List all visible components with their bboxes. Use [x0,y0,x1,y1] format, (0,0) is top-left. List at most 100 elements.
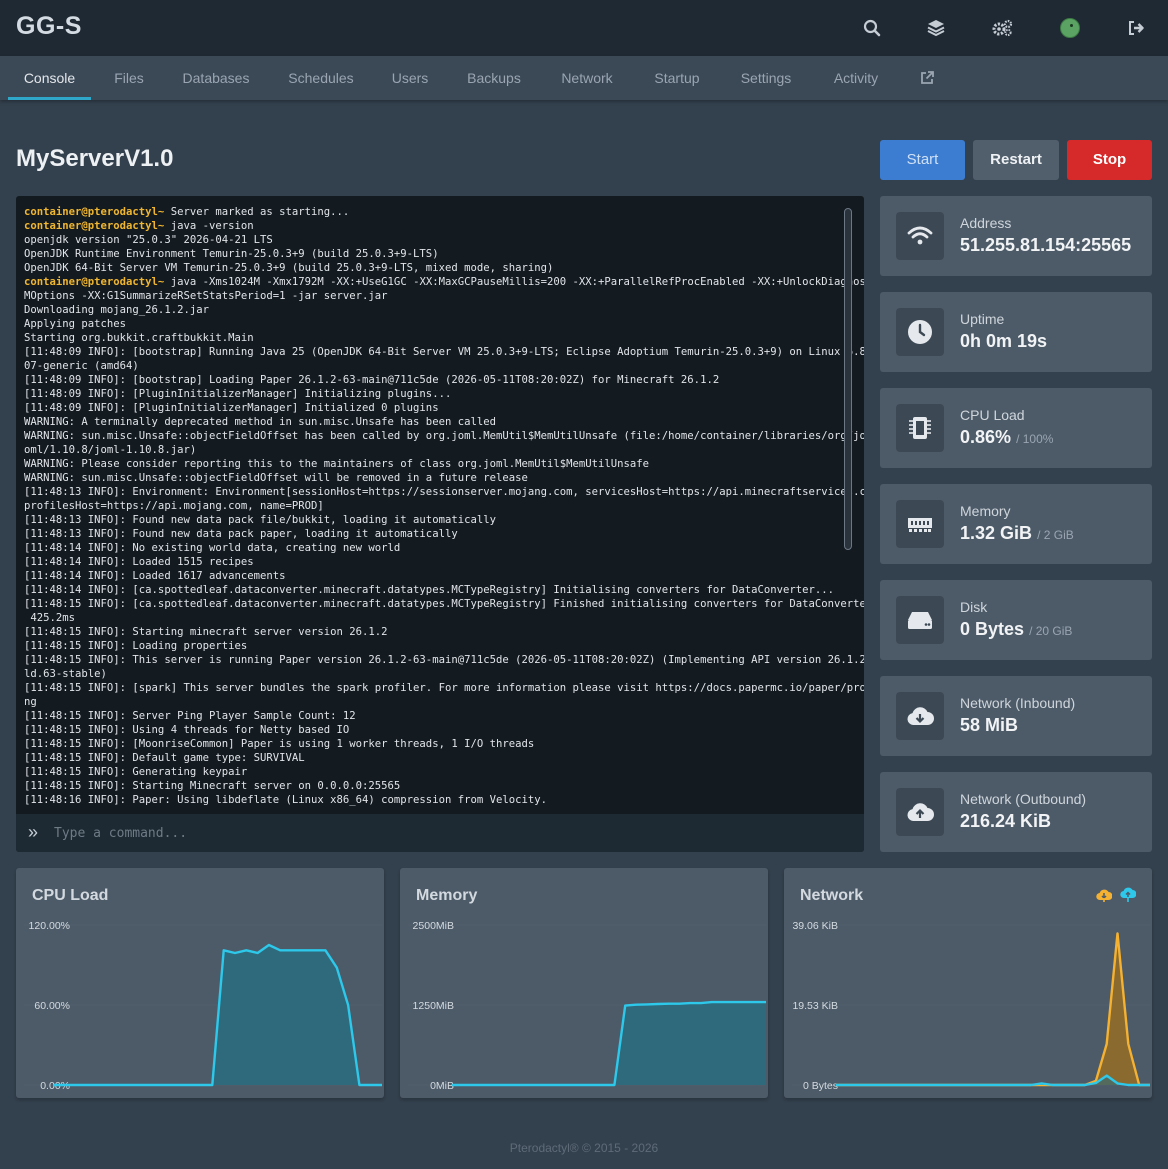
console-line-text: [11:48:14 INFO]: [ca.spottedleaf.datacon… [24,584,835,596]
stat-address[interactable]: Address 51.255.81.154:25565 [880,196,1152,276]
console-line-text: oml/1.10.8/joml-1.10.8.jar) [24,444,197,456]
console-line-text: Server marked as starting... [164,206,350,218]
tab-databases[interactable]: Databases [171,56,261,100]
upload-icon[interactable] [1120,887,1137,903]
console-line: 07-generic (amd64) [24,359,844,373]
console-panel: container@pterodactyl~ Server marked as … [16,196,864,852]
console-line: openjdk version "25.0.3" 2026-04-21 LTS [24,233,844,247]
console-line: [11:48:15 INFO]: This server is running … [24,653,864,667]
console-line: [11:48:15 INFO]: [MoonriseCommon] Paper … [24,737,844,751]
console-line-text: [11:48:15 INFO]: Starting Minecraft serv… [24,780,401,792]
console-line: WARNING: A terminally deprecated method … [24,415,844,429]
console-line: [11:48:15 INFO]: Default game type: SURV… [24,751,844,765]
logout-icon[interactable] [1124,16,1148,40]
console-line-text: java -Xms1024M -Xmx1792M -XX:+UseG1GC -X… [164,276,864,288]
memory-icon [896,500,944,548]
avatar[interactable] [1058,16,1082,40]
restart-button[interactable]: Restart [973,140,1059,180]
top-bar: GG-S [0,0,1168,56]
tab-activity[interactable]: Activity [820,56,892,100]
stat-uptime: Uptime 0h 0m 19s [880,292,1152,372]
hdd-icon [896,596,944,644]
console-line-text: [11:48:09 INFO]: [bootstrap] Running Jav… [24,346,864,358]
console-scrollbar[interactable] [844,208,852,550]
chart-memory: 2500MiB 1250MiB 0MiB Memory [400,868,768,1098]
y-tick-label: 60.00% [34,1000,70,1012]
console-line-text: WARNING: sun.misc.Unsafe::objectFieldOff… [24,430,864,442]
console-line: OpenJDK Runtime Environment Temurin-25.0… [24,247,844,261]
console-line-text: [11:48:09 INFO]: [PluginInitializerManag… [24,402,439,414]
tab-users[interactable]: Users [380,56,440,100]
brand-title[interactable]: GG-S [16,12,82,41]
tab-schedules[interactable]: Schedules [276,56,366,100]
console-line-text: [11:48:15 INFO]: [spark] This server bun… [24,682,864,694]
chart-title: Memory [416,887,478,904]
layers-icon[interactable] [924,16,948,40]
command-input[interactable] [54,820,844,846]
active-tab-indicator [8,97,91,100]
download-icon[interactable] [1096,887,1113,903]
console-line-text: [11:48:15 INFO]: Generating keypair [24,766,248,778]
console-line-text: 425.2ms [24,612,76,624]
console-line: WARNING: Please consider reporting this … [24,457,844,471]
settings-icon[interactable] [990,16,1014,40]
chart-network: 39.06 KiB 19.53 KiB 0 Bytes Network [784,868,1152,1098]
tab-backups[interactable]: Backups [455,56,533,100]
console-line-text: [11:48:15 INFO]: Starting minecraft serv… [24,626,388,638]
console-line-text: [11:48:13 INFO]: Found new data pack fil… [24,514,496,526]
console-line-text: [11:48:09 INFO]: [bootstrap] Loading Pap… [24,374,720,386]
console-line-text: [11:48:14 INFO]: Loaded 1515 recipes [24,556,254,568]
external-link-icon[interactable] [910,56,944,100]
console-line-text: OpenJDK Runtime Environment Temurin-25.0… [24,248,439,260]
stop-button[interactable]: Stop [1067,140,1152,180]
console-line-text: [11:48:13 INFO]: Environment: Environmen… [24,486,864,498]
memory-limit: / 2 GiB [1037,528,1074,542]
stat-disk: Disk 0 Bytes / 20 GiB [880,580,1152,660]
command-bar: » [16,814,864,852]
search-icon[interactable] [860,16,884,40]
console-line-text: [11:48:09 INFO]: [PluginInitializerManag… [24,388,452,400]
console-line: container@pterodactyl~ java -version [24,219,844,233]
console-line-text: WARNING: Please consider reporting this … [24,458,650,470]
footer-copyright: Pterodactyl® © 2015 - 2026 [509,1141,659,1155]
console-line: 425.2ms [24,611,844,625]
stat-value: 58 MiB [960,715,1019,735]
tab-console[interactable]: Console [8,56,91,100]
console-line: profilesHost=https://api.mojang.com, nam… [24,499,844,513]
stat-label: Uptime [960,311,1005,327]
console-prompt: container@pterodactyl~ [24,276,165,288]
console-line: [11:48:15 INFO]: Generating keypair [24,765,844,779]
stat-label: Memory [960,503,1011,519]
console-line: Starting org.bukkit.craftbukkit.Main [24,331,844,345]
console-line-text: MOptions -XX:G1SummarizeRSetStatsPeriod=… [24,290,388,302]
console-line: Downloading mojang_26.1.2.jar [24,303,844,317]
console-line-text: WARNING: A terminally deprecated method … [24,416,496,428]
tab-files[interactable]: Files [99,56,159,100]
console-line-text: [11:48:15 INFO]: Loading properties [24,640,248,652]
console-line: [11:48:15 INFO]: Using 4 threads for Net… [24,723,844,737]
series-area [452,1002,766,1085]
console-line-text: [11:48:15 INFO]: [ca.spottedleaf.datacon… [24,598,864,610]
stat-cpu: CPU Load 0.86% / 100% [880,388,1152,468]
console-line: [11:48:13 INFO]: Environment: Environmen… [24,485,864,499]
tab-settings[interactable]: Settings [727,56,805,100]
stat-memory: Memory 1.32 GiB / 2 GiB [880,484,1152,564]
console-line-text: 07-generic (amd64) [24,360,139,372]
cpu-value: 0.86% [960,427,1012,447]
start-button[interactable]: Start [880,140,965,180]
console-line: oml/1.10.8/joml-1.10.8.jar) [24,443,844,457]
console-line: [11:48:15 INFO]: [ca.spottedleaf.datacon… [24,597,864,611]
avatar-image [1060,18,1080,38]
console-line: container@pterodactyl~ Server marked as … [24,205,844,219]
console-line: WARNING: sun.misc.Unsafe::objectFieldOff… [24,471,844,485]
console-line-text: OpenJDK 64-Bit Server VM Temurin-25.0.3+… [24,262,554,274]
y-tick-label: 2500MiB [413,920,454,932]
address-value[interactable]: 51.255.81.154:25565 [960,235,1131,255]
tab-startup[interactable]: Startup [643,56,711,100]
command-prompt-icon: » [28,822,39,842]
stat-label: Network (Outbound) [960,791,1087,807]
y-tick-label: 0MiB [430,1080,454,1092]
tab-network[interactable]: Network [548,56,626,100]
console-line-text: [11:48:15 INFO]: Default game type: SURV… [24,752,305,764]
stat-value: 216.24 KiB [960,811,1052,831]
